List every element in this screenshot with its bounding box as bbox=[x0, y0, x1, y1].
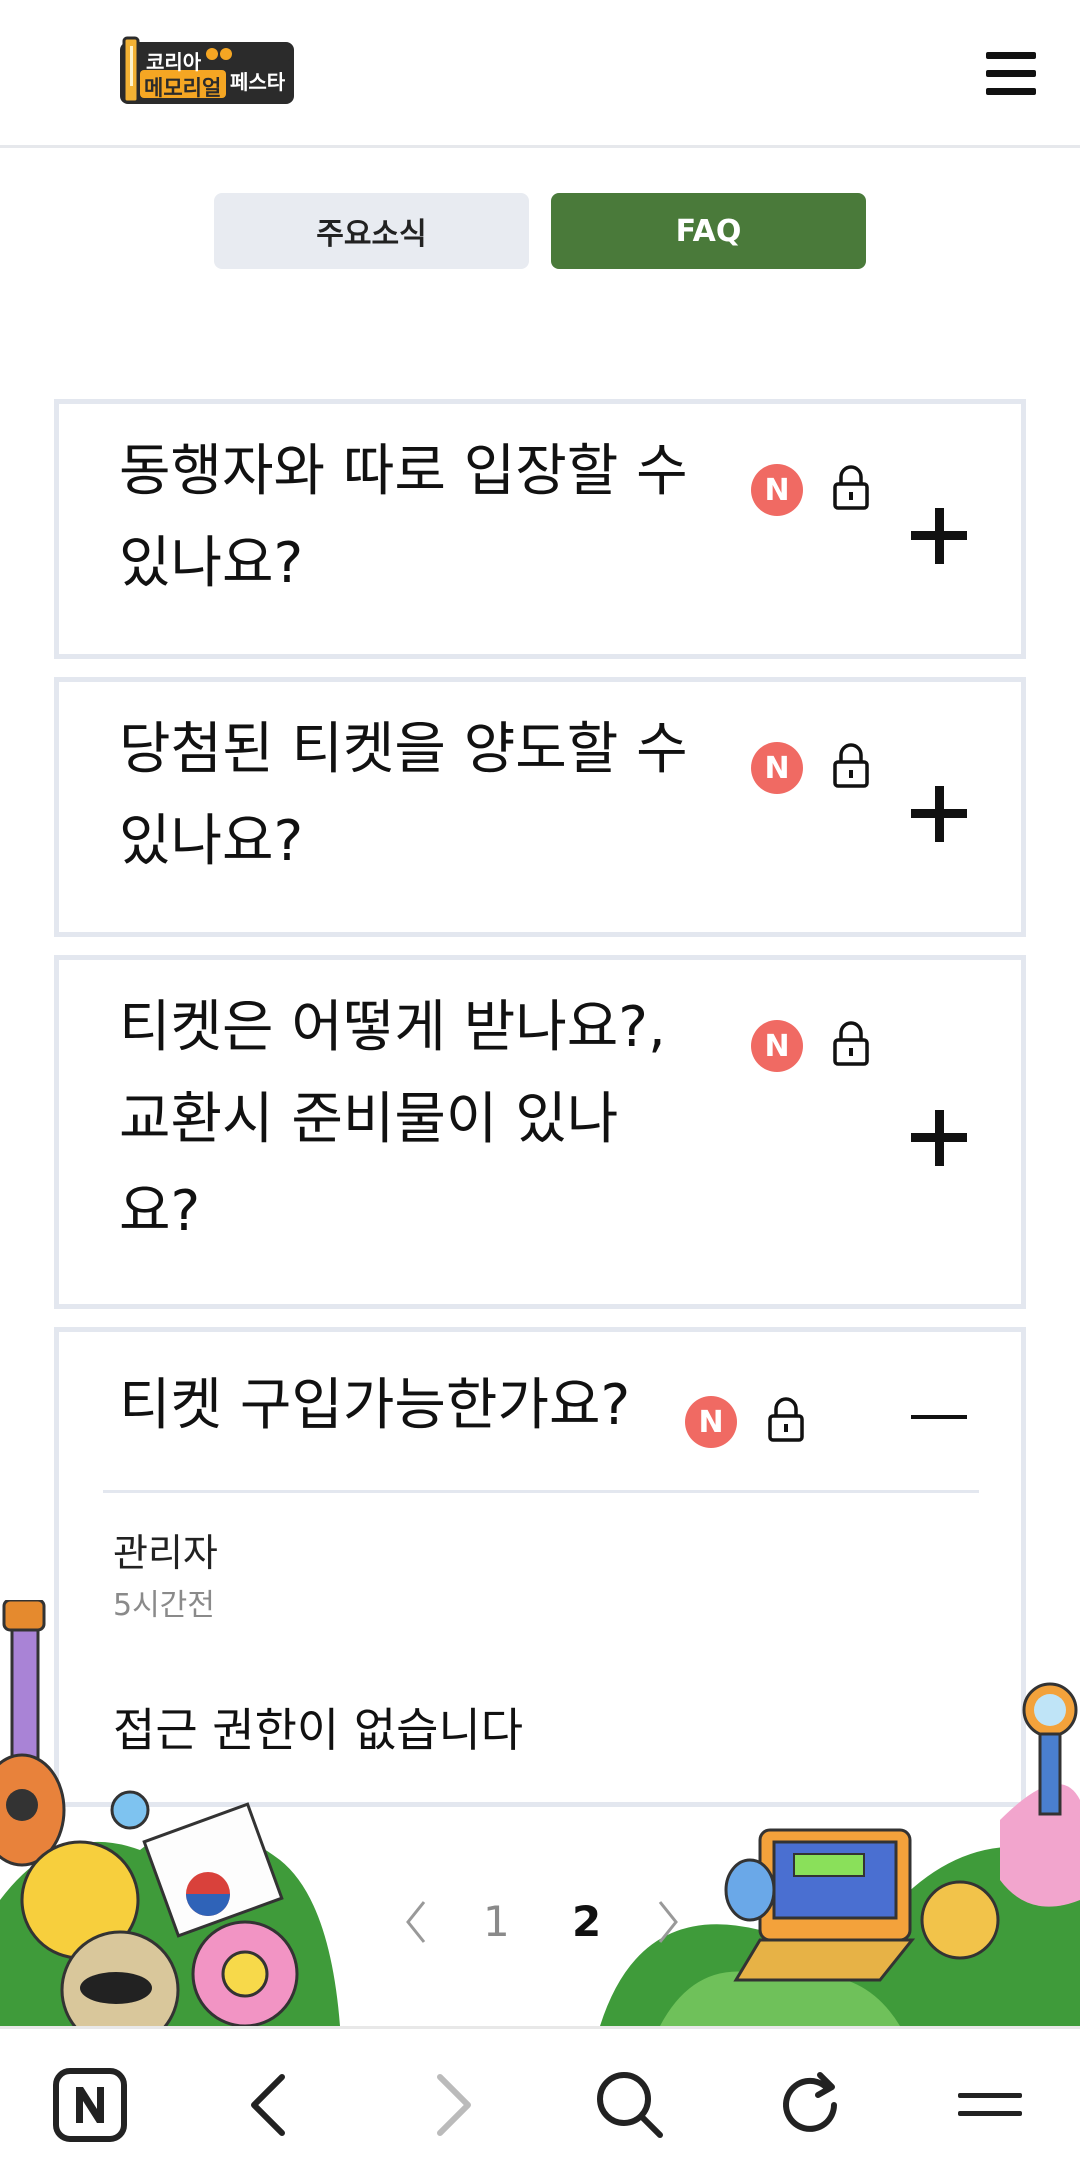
faq-question: 티켓은 어떻게 받나요?, 교환시 준비물이 있나 요? bbox=[119, 982, 666, 1258]
prev-page-icon[interactable] bbox=[396, 1892, 436, 1952]
faq-item[interactable]: 동행자와 따로 입장할 수 있나요? N bbox=[54, 399, 1026, 659]
page-2-current[interactable]: 2 bbox=[572, 1892, 601, 1952]
forward-icon[interactable] bbox=[412, 2065, 492, 2145]
faq-question: 동행자와 따로 입장할 수 있나요? bbox=[119, 426, 688, 610]
faq-question: 티켓 구입가능한가요? bbox=[119, 1360, 630, 1452]
faq-question-line: 동행자와 따로 입장할 수 bbox=[119, 439, 688, 504]
faq-question-line: 티켓은 어떻게 받나요?, bbox=[119, 995, 666, 1060]
lock-icon bbox=[833, 1021, 869, 1066]
faq-item[interactable]: 티켓은 어떻게 받나요?, 교환시 준비물이 있나 요? N bbox=[54, 955, 1026, 1309]
lock-icon bbox=[833, 743, 869, 788]
expand-plus-icon[interactable] bbox=[911, 784, 971, 844]
logo-text-top: 코리아 bbox=[146, 50, 202, 74]
expand-plus-icon[interactable] bbox=[911, 506, 971, 566]
new-badge: N bbox=[685, 1396, 737, 1448]
logo-text-side: 페스타 bbox=[230, 70, 286, 94]
search-icon[interactable] bbox=[590, 2065, 670, 2145]
page-1[interactable]: 1 bbox=[483, 1892, 510, 1952]
faq-item[interactable]: 당첨된 티켓을 양도할 수 있나요? N bbox=[54, 677, 1026, 937]
expand-plus-icon[interactable] bbox=[911, 1108, 971, 1168]
faq-question-line: 티켓 구입가능한가요? bbox=[119, 1373, 631, 1438]
menu-icon[interactable] bbox=[950, 2065, 1030, 2145]
site-logo[interactable]: 코리아 메모리얼 페스타 bbox=[118, 36, 298, 108]
next-page-icon[interactable] bbox=[648, 1892, 688, 1952]
faq-question: 당첨된 티켓을 양도할 수 있나요? bbox=[119, 704, 688, 888]
new-badge: N bbox=[751, 464, 803, 516]
new-badge: N bbox=[751, 1020, 803, 1072]
faq-question-line: 요? bbox=[119, 1179, 201, 1244]
collapse-minus-icon[interactable] bbox=[911, 1388, 971, 1448]
refresh-icon[interactable] bbox=[770, 2065, 850, 2145]
new-badge: N bbox=[751, 742, 803, 794]
tab-news[interactable]: 주요소식 bbox=[214, 193, 529, 269]
festival-illustration bbox=[0, 1600, 1080, 2026]
back-icon[interactable] bbox=[230, 2065, 310, 2145]
top-header: 코리아 메모리얼 페스타 bbox=[0, 0, 1080, 148]
faq-question-line: 교환시 준비물이 있나 bbox=[119, 1087, 619, 1152]
answer-divider bbox=[103, 1490, 979, 1493]
lock-icon bbox=[768, 1397, 804, 1442]
hamburger-menu-icon[interactable] bbox=[986, 52, 1036, 96]
browser-bottom-bar bbox=[0, 2026, 1080, 2176]
logo-text-bottom: 메모리얼 bbox=[144, 76, 222, 100]
lock-icon bbox=[833, 465, 869, 510]
naver-home-icon[interactable] bbox=[50, 2065, 130, 2145]
tab-faq[interactable]: FAQ bbox=[551, 193, 866, 269]
faq-question-line: 있나요? bbox=[119, 531, 304, 596]
faq-question-line: 당첨된 티켓을 양도할 수 bbox=[119, 717, 688, 782]
answer-author: 관리자 bbox=[113, 1531, 218, 1575]
faq-question-line: 있나요? bbox=[119, 809, 304, 874]
